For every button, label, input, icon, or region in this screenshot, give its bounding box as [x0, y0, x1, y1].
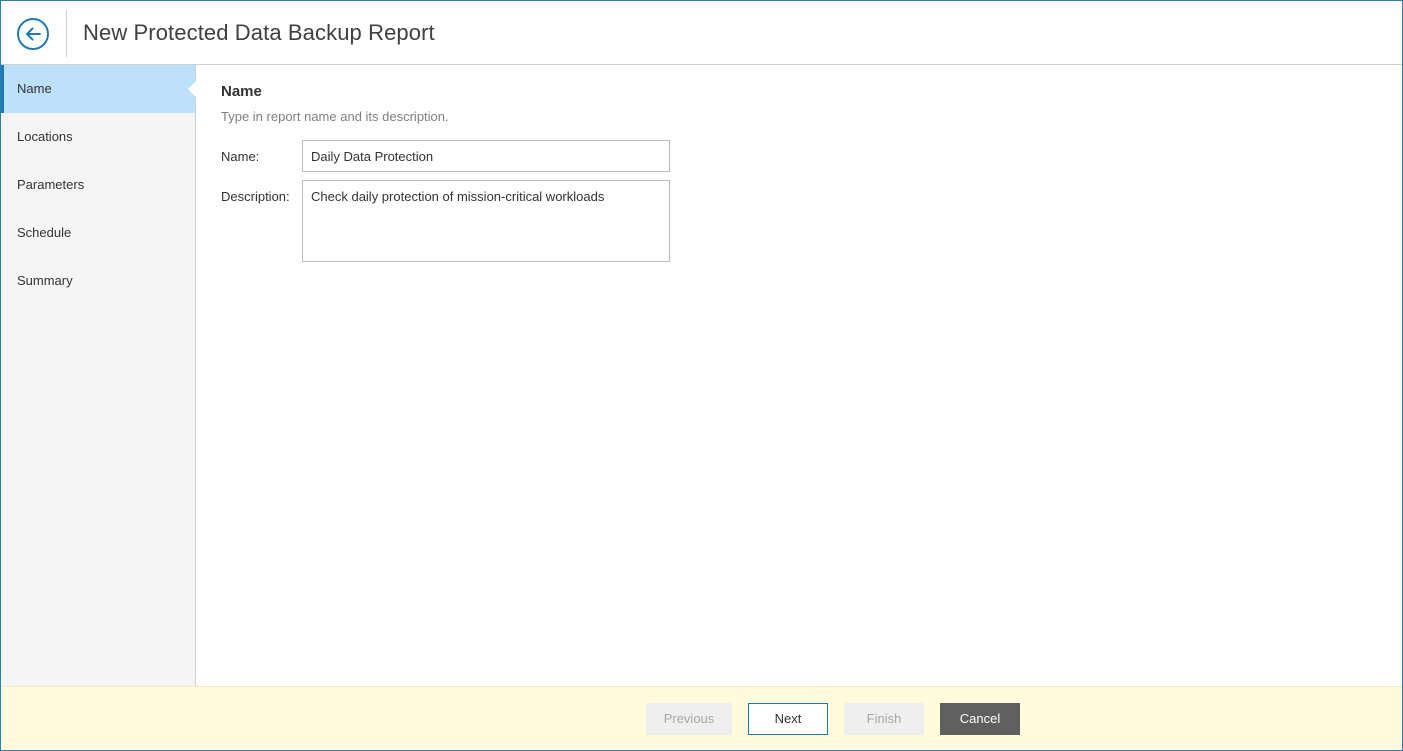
name-field-label: Name:: [221, 149, 260, 164]
sidebar-item-name[interactable]: Name: [1, 65, 196, 113]
sidebar-item-locations[interactable]: Locations: [1, 113, 195, 161]
wizard-footer: Previous Next Finish Cancel: [1, 686, 1402, 750]
arrow-left-circle-icon: [26, 27, 41, 41]
sidebar-item-summary[interactable]: Summary: [1, 257, 195, 305]
name-input[interactable]: [302, 140, 670, 172]
wizard-window: New Protected Data Backup Report Name Lo…: [0, 0, 1403, 751]
sidebar-item-schedule[interactable]: Schedule: [1, 209, 195, 257]
previous-button[interactable]: Previous: [646, 703, 732, 735]
section-title: Name: [221, 83, 262, 100]
description-field-label: Description:: [221, 189, 290, 204]
cancel-button[interactable]: Cancel: [940, 703, 1020, 735]
description-textarea[interactable]: Check daily protection of mission-critic…: [302, 180, 670, 262]
back-button[interactable]: [17, 18, 49, 50]
next-button[interactable]: Next: [748, 703, 828, 735]
step-content: Name Type in report name and its descrip…: [197, 65, 1402, 686]
page-title: New Protected Data Backup Report: [83, 20, 435, 45]
section-subtitle: Type in report name and its description.: [221, 109, 449, 124]
wizard-steps-sidebar: Name Locations Parameters Schedule Summa…: [1, 65, 196, 686]
wizard-header: New Protected Data Backup Report: [1, 1, 1402, 65]
finish-button[interactable]: Finish: [844, 703, 924, 735]
header-divider: [66, 10, 67, 57]
sidebar-item-parameters[interactable]: Parameters: [1, 161, 195, 209]
